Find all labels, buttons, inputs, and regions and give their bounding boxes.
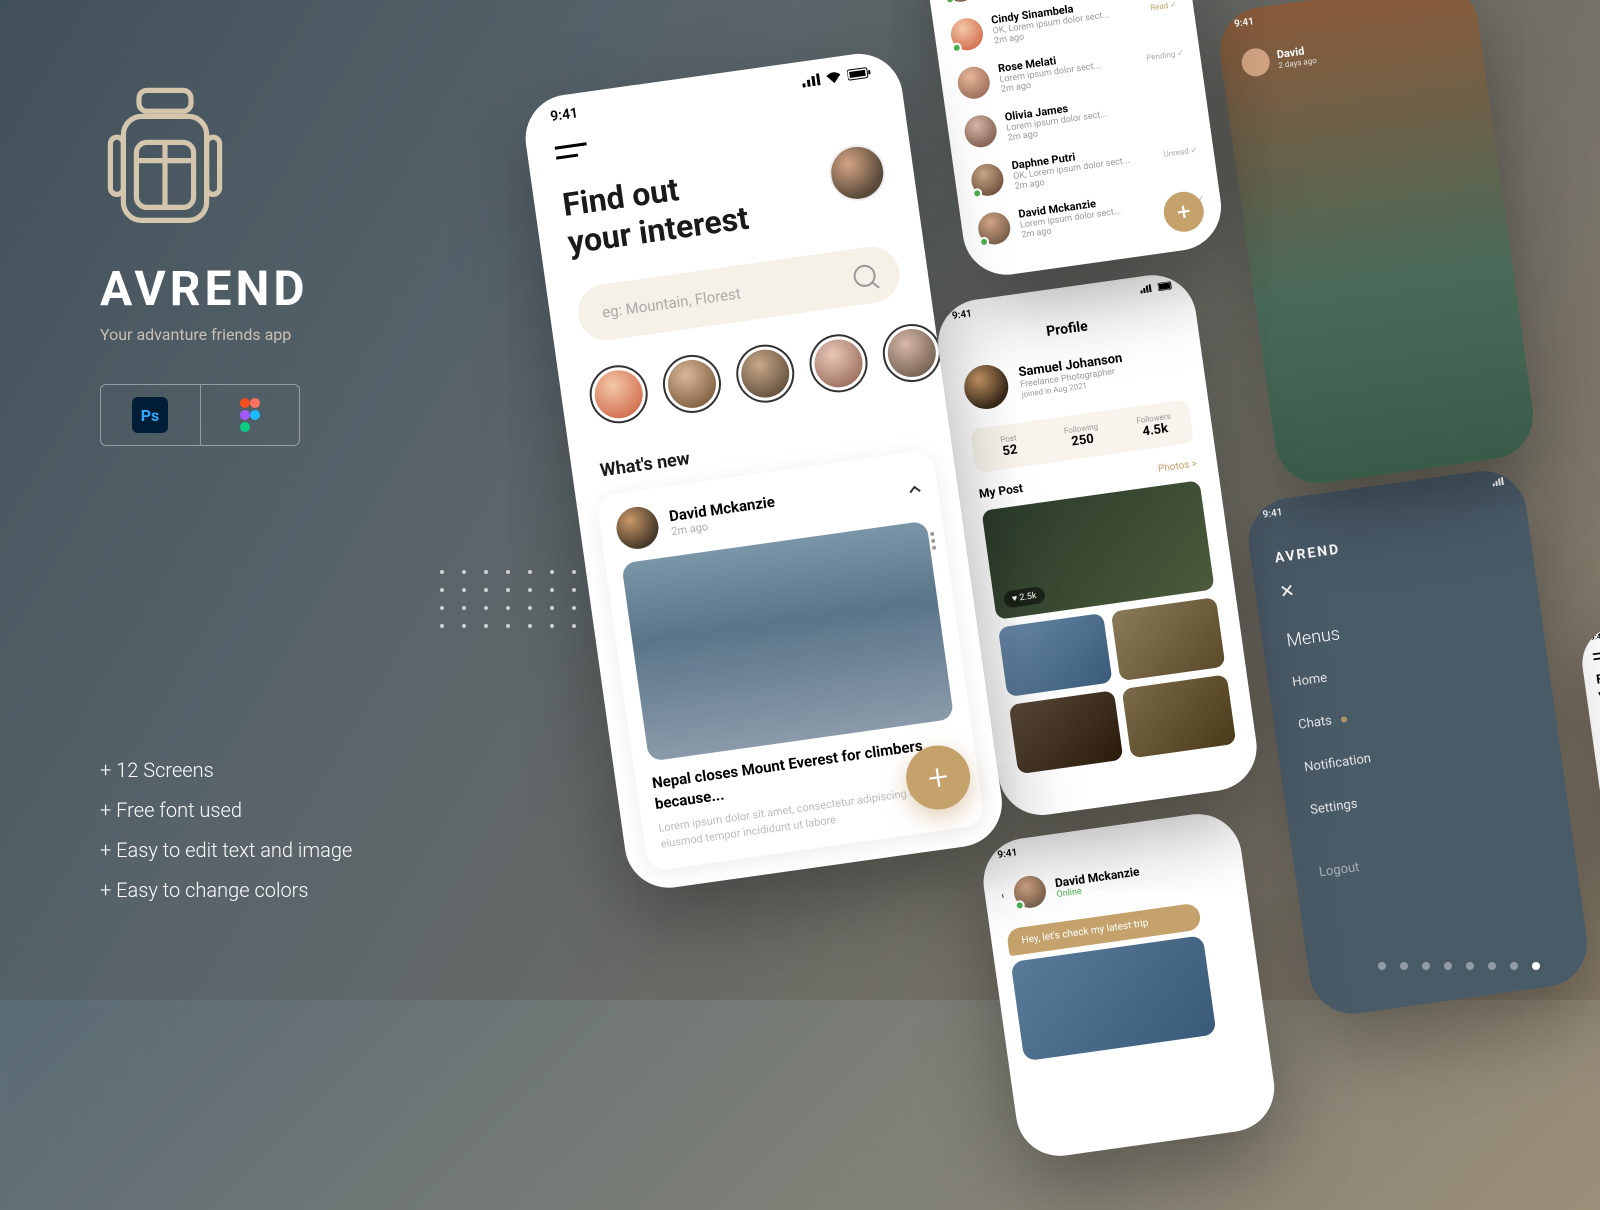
post-thumbnail[interactable] (1111, 597, 1226, 681)
story-avatar[interactable] (659, 351, 725, 417)
plus-icon: + (925, 755, 951, 799)
my-post-heading: My Post (978, 481, 1024, 501)
post-author-avatar[interactable] (614, 504, 661, 551)
phone-conversation-screen: 9:41 ‹ David MckanzieOnline Hey, let's c… (978, 808, 1280, 1161)
carousel-dots[interactable] (1378, 962, 1540, 970)
chevron-up-icon[interactable] (906, 478, 923, 499)
dots-decoration (440, 570, 602, 628)
phone-chats-screen: David MckanzieHey, let's check my latest… (919, 0, 1227, 280)
backpack-icon (100, 80, 230, 230)
back-icon[interactable]: ‹ (1000, 890, 1005, 901)
photos-link[interactable]: Photos > (1157, 458, 1197, 474)
story-avatar[interactable] (806, 330, 872, 396)
post-thumbnail[interactable] (1009, 690, 1124, 774)
feature-list: + 12 Screens + Free font used + Easy to … (100, 750, 352, 910)
post-thumbnail[interactable] (998, 613, 1113, 697)
search-icon (852, 263, 877, 288)
more-icon[interactable] (930, 531, 937, 553)
status-icons (801, 66, 872, 88)
figma-badge (201, 385, 300, 445)
profile-avatar[interactable] (961, 362, 1011, 412)
tool-badges: Ps (100, 384, 300, 446)
like-count: ♥ 2.5k (1003, 586, 1046, 608)
phone-menu-screen: 9:41 AVREND ✕ Menus Home Chats Notificat… (1243, 465, 1593, 1019)
phone-mini-screen: 9:41 Find outyour inter eg: Mountain, F … (1578, 610, 1600, 884)
post-image[interactable] (621, 520, 954, 761)
story-avatar[interactable] (586, 361, 652, 427)
svg-text:Ps: Ps (141, 406, 160, 425)
brand-name: AVREND (100, 260, 309, 317)
post-card[interactable]: David Mckanzie 2m ago Nepal closes Mount… (596, 449, 985, 872)
phone-story-screen: 9:41 David2 days ago (1215, 0, 1539, 489)
feature-item: + 12 Screens (100, 750, 352, 790)
photoshop-badge: Ps (101, 385, 201, 445)
story-avatar[interactable] (879, 320, 944, 386)
brand-tagline: Your advanture friends app (100, 325, 309, 344)
user-avatar[interactable] (826, 141, 889, 204)
story-avatar[interactable] (1240, 47, 1272, 79)
status-time: 9:41 (549, 105, 579, 125)
search-placeholder: eg: Mountain, Florest (601, 284, 742, 321)
chat-image[interactable] (1011, 935, 1217, 1061)
story-avatar[interactable] (732, 341, 798, 407)
feature-item: + Easy to edit text and image (100, 830, 352, 870)
feature-item: + Free font used (100, 790, 352, 830)
post-thumbnail[interactable] (1122, 674, 1237, 758)
post-thumbnail[interactable]: ♥ 2.5k (981, 480, 1214, 620)
feature-item: + Easy to change colors (100, 870, 352, 910)
